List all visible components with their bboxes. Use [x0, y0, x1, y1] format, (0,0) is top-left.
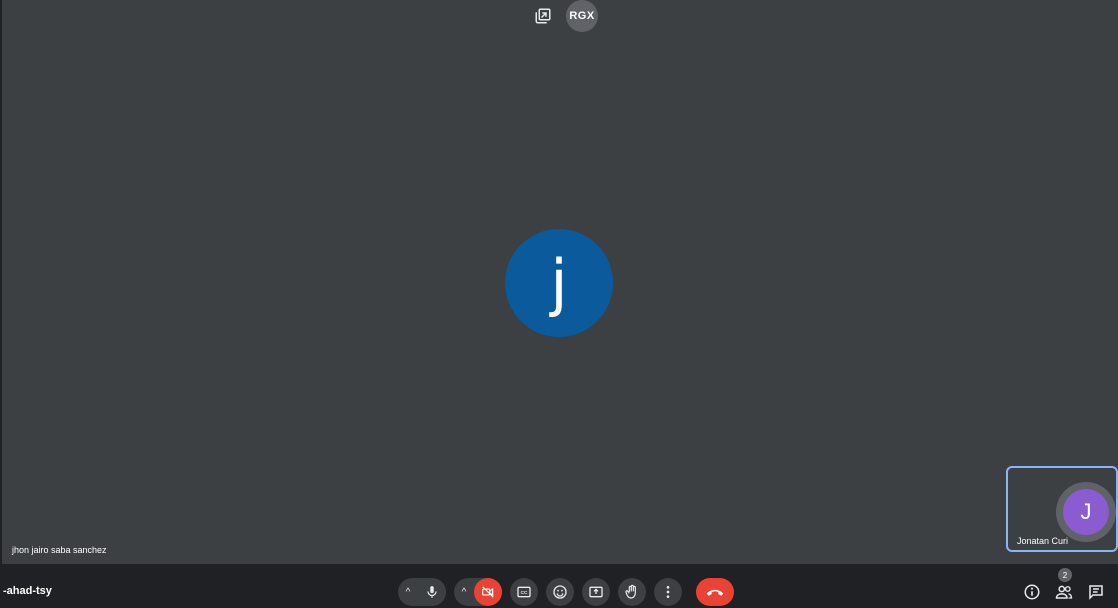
self-avatar-ring: J	[1056, 482, 1116, 542]
captions-icon: CC	[516, 584, 532, 600]
people-button[interactable]: 2	[1052, 568, 1076, 604]
more-options-button[interactable]	[654, 578, 682, 606]
svg-text:CC: CC	[521, 590, 528, 595]
raise-hand-button[interactable]	[618, 578, 646, 606]
right-actions: 2	[1020, 568, 1108, 604]
captions-button[interactable]: CC	[510, 578, 538, 606]
self-view-tile[interactable]: J Jonatan Curi	[1006, 466, 1118, 552]
mic-button[interactable]	[418, 578, 446, 606]
people-icon	[1055, 583, 1073, 601]
more-options-icon	[660, 584, 676, 600]
raise-hand-icon	[624, 584, 640, 600]
present-screen-icon	[588, 584, 604, 600]
emoji-icon	[552, 584, 568, 600]
main-participant-avatar: j	[505, 229, 613, 337]
end-call-button[interactable]	[696, 578, 734, 606]
end-call-icon	[705, 586, 725, 598]
pip-button[interactable]	[527, 0, 559, 32]
mic-options-chevron-icon[interactable]: ^	[398, 587, 418, 598]
info-icon	[1023, 583, 1041, 601]
camera-options-chevron-icon[interactable]: ^	[454, 587, 474, 598]
camera-button[interactable]	[474, 578, 502, 606]
camera-control: ^	[454, 578, 502, 606]
main-video-stage: RGX j jhon jairo saba sanchez	[2, 0, 1118, 564]
meeting-code: -ahad-tsy	[3, 585, 52, 597]
microphone-icon	[425, 585, 439, 599]
emoji-button[interactable]	[546, 578, 574, 606]
self-avatar: J	[1063, 489, 1109, 535]
top-controls: RGX	[527, 0, 598, 32]
mic-control: ^	[398, 578, 446, 606]
present-button[interactable]	[582, 578, 610, 606]
camera-off-icon	[481, 585, 495, 599]
account-avatar[interactable]: RGX	[566, 0, 598, 32]
chat-button[interactable]	[1084, 580, 1108, 604]
participant-count-badge: 2	[1058, 568, 1072, 582]
picture-in-picture-icon	[534, 7, 552, 25]
main-participant-name: jhon jairo saba sanchez	[12, 545, 107, 555]
call-controls: ^ ^ CC	[398, 578, 734, 606]
meeting-info-button[interactable]	[1020, 580, 1044, 604]
bottom-toolbar: -ahad-tsy ^ ^ CC 2	[0, 564, 1118, 608]
self-name: Jonatan Curi	[1017, 536, 1069, 546]
chat-icon	[1087, 583, 1105, 601]
